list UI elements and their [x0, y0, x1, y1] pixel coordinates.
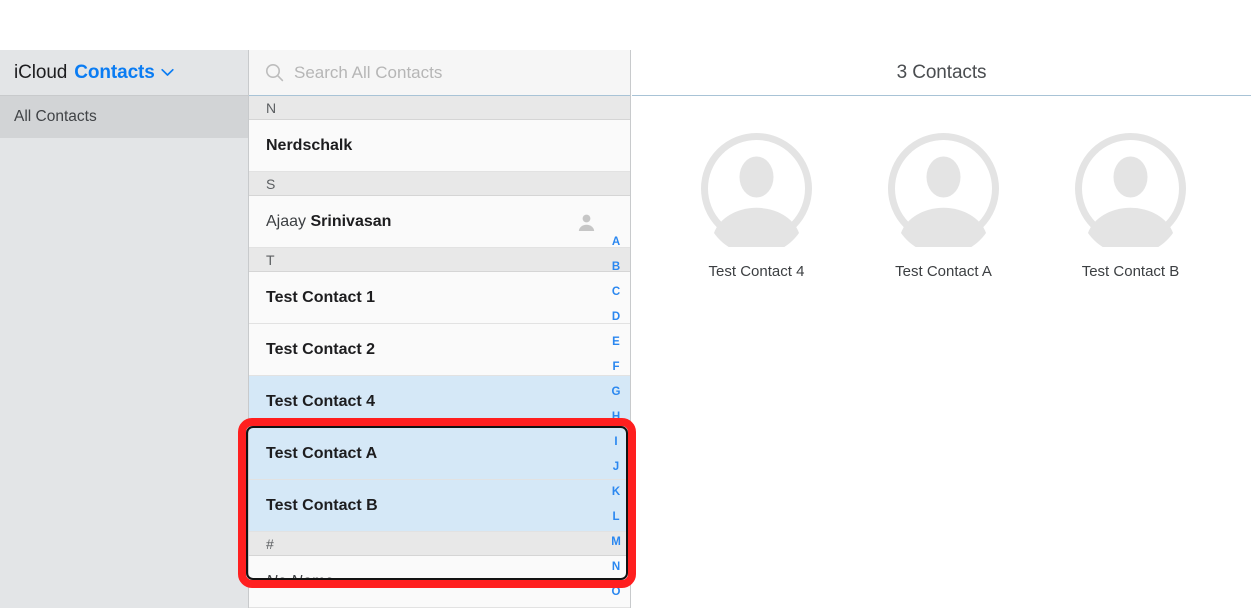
contact-row[interactable]: Test Contact A: [249, 428, 630, 480]
person-placeholder-icon: [698, 130, 815, 247]
browser-chrome-strip: [0, 0, 1251, 50]
sidebar: iCloud Contacts All Contacts: [0, 50, 249, 608]
alphabet-index-letter[interactable]: C: [602, 280, 630, 305]
alphabet-index-letter[interactable]: D: [602, 305, 630, 330]
contact-name: Test Contact B: [266, 497, 378, 515]
detail-header: 3 Contacts: [632, 50, 1251, 96]
sidebar-item-label: All Contacts: [14, 108, 97, 126]
search-bar: [249, 50, 630, 96]
search-icon: [265, 63, 284, 82]
contact-row[interactable]: Nerdschalk: [249, 120, 630, 172]
contact-row[interactable]: Test Contact 4: [249, 376, 630, 428]
contact-card[interactable]: Test Contact B: [1072, 130, 1189, 280]
contact-name: Test Contact 4: [266, 393, 375, 411]
contact-name: No Name: [266, 573, 334, 591]
section-header-label: T: [266, 252, 275, 268]
chevron-down-icon[interactable]: [161, 64, 174, 82]
contact-row[interactable]: No Name: [249, 556, 630, 608]
alphabet-index-letter[interactable]: L: [602, 505, 630, 530]
detail-title: 3 Contacts: [897, 62, 987, 84]
alphabet-index-letter[interactable]: A: [602, 230, 630, 255]
brand-icloud-label: iCloud: [14, 62, 67, 84]
contact-name: Nerdschalk: [266, 137, 352, 155]
list-section-header: S: [249, 172, 630, 196]
section-header-label: S: [266, 176, 275, 192]
list-section-header: #: [249, 532, 630, 556]
section-header-label: #: [266, 536, 274, 552]
brand-app-label[interactable]: Contacts: [74, 62, 155, 84]
contact-card-name: Test Contact 4: [709, 263, 805, 280]
contact-row[interactable]: Test Contact 1: [249, 272, 630, 324]
selected-contacts-grid: Test Contact 4 Test Contact A Test Contact…: [632, 96, 1251, 280]
alphabet-index-letter[interactable]: K: [602, 480, 630, 505]
sidebar-item-all-contacts[interactable]: All Contacts: [0, 96, 248, 138]
list-section-header: N: [249, 96, 630, 120]
detail-panel: 3 Contacts Test Contact 4Test Contact AT…: [632, 50, 1251, 608]
alphabet-index-letter[interactable]: G: [602, 380, 630, 405]
alphabet-index-letter[interactable]: M: [602, 530, 630, 555]
contact-name: Test Contact 2: [266, 341, 375, 359]
contacts-app: iCloud Contacts All Contacts N N: [0, 50, 1251, 608]
person-placeholder-icon: [885, 130, 1002, 247]
alphabet-index[interactable]: ABCDEFGHIJKLMNOPQ: [602, 97, 630, 608]
contact-name: Test Contact 1: [266, 289, 375, 307]
alphabet-index-letter[interactable]: F: [602, 355, 630, 380]
section-header-label: N: [266, 100, 276, 116]
contact-row[interactable]: Ajaay Srinivasan: [249, 196, 630, 248]
contact-first-name: Ajaay: [266, 213, 306, 231]
alphabet-index-letter[interactable]: N: [602, 555, 630, 580]
sidebar-brand-header: iCloud Contacts: [0, 50, 248, 96]
contact-row[interactable]: Test Contact 2: [249, 324, 630, 376]
contact-card-name: Test Contact B: [1082, 263, 1180, 280]
alphabet-index-letter[interactable]: I: [602, 430, 630, 455]
list-section-header: T: [249, 248, 630, 272]
contact-card[interactable]: Test Contact 4: [698, 130, 815, 280]
contact-last-name: Srinivasan: [310, 213, 391, 231]
contact-row[interactable]: Test Contact B: [249, 480, 630, 532]
search-input[interactable]: [294, 63, 594, 83]
contacts-list-column: N Nerdschalk S Ajaay Srinivasan T Test Contac…: [249, 50, 631, 608]
contact-card-name: Test Contact A: [895, 263, 992, 280]
alphabet-index-letter[interactable]: H: [602, 405, 630, 430]
alphabet-index-letter[interactable]: J: [602, 455, 630, 480]
alphabet-index-letter[interactable]: O: [602, 580, 630, 605]
person-placeholder-icon: [1072, 130, 1189, 247]
contacts-list-scroll[interactable]: N Nerdschalk S Ajaay Srinivasan T Test Contac…: [249, 96, 630, 607]
contact-name: Test Contact A: [266, 445, 377, 463]
person-icon: [577, 212, 596, 231]
alphabet-index-letter[interactable]: E: [602, 330, 630, 355]
contact-card[interactable]: Test Contact A: [885, 130, 1002, 280]
alphabet-index-letter[interactable]: B: [602, 255, 630, 280]
